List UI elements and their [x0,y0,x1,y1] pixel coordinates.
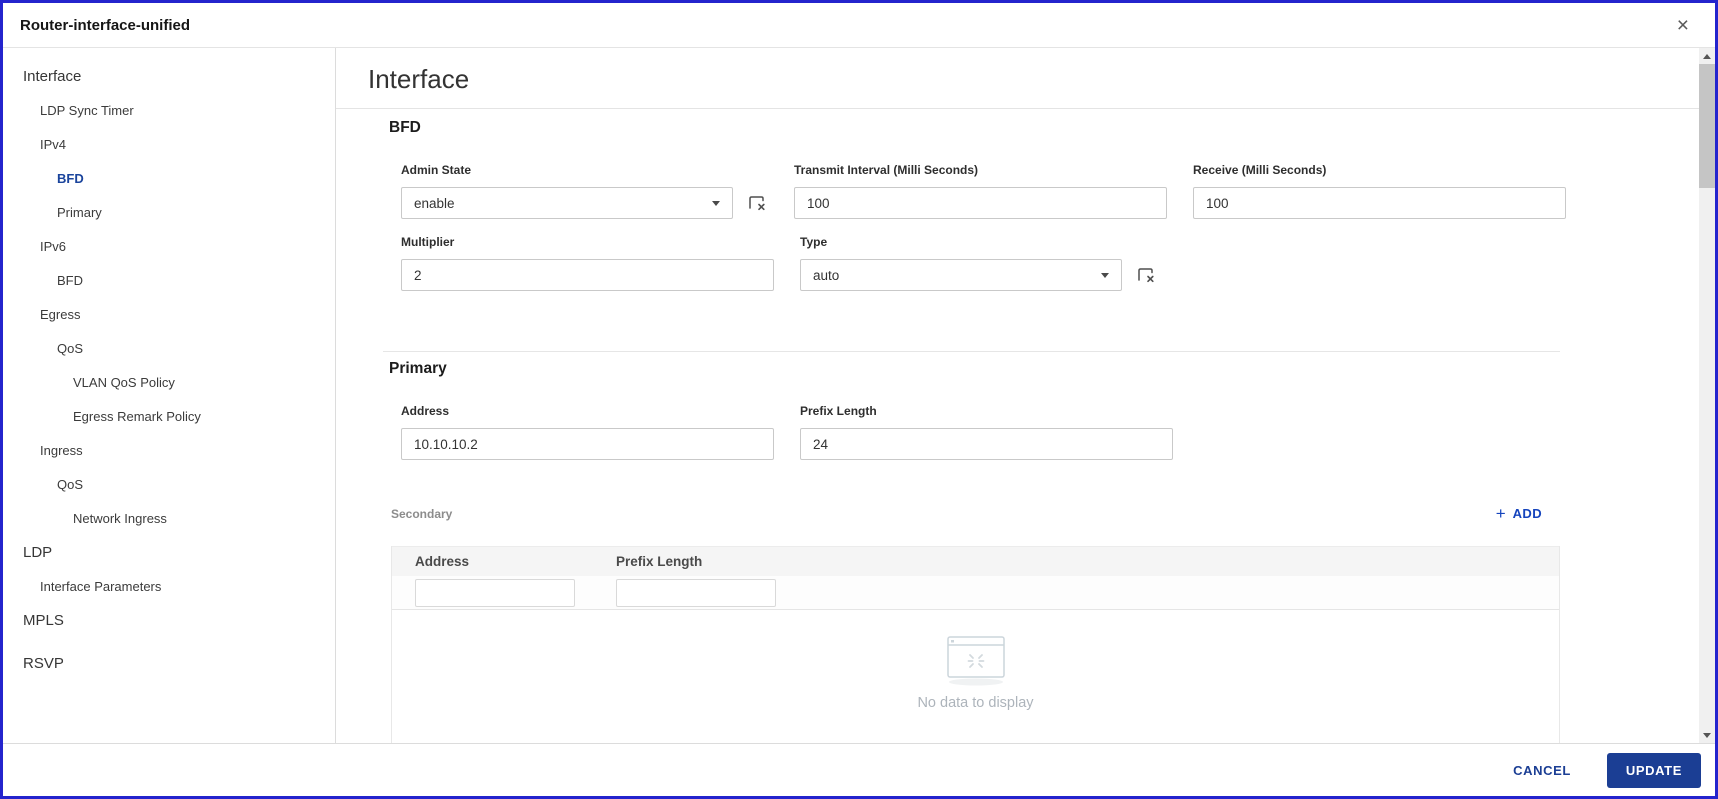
prefix-length-input[interactable] [800,428,1173,460]
sidebar-item-ipv4[interactable]: IPv4 [3,127,335,161]
receive-input[interactable] [1193,187,1566,219]
sidebar-item-ldp-sync-timer[interactable]: LDP Sync Timer [3,93,335,127]
prefix-length-label: Prefix Length [800,404,877,418]
column-header-prefix-length: Prefix Length [616,554,703,569]
scrollbar-down-icon[interactable] [1699,727,1715,743]
column-header-address: Address [415,554,470,569]
receive-field: Receive (Milli Seconds) [1193,163,1566,219]
bfd-section-heading: BFD [389,119,421,136]
secondary-filter-address-input[interactable] [415,578,575,607]
add-button[interactable]: + ADD [1496,505,1542,522]
sidebar-item-interface[interactable]: Interface [3,59,335,93]
clear-field-icon[interactable] [1135,265,1157,285]
vertical-scrollbar[interactable] [1699,48,1715,743]
sidebar-item-interface-parameters[interactable]: Interface Parameters [3,569,335,603]
transmit-interval-field: Transmit Interval (Milli Seconds) [794,163,1167,219]
scrollbar-up-icon[interactable] [1699,48,1715,64]
sidebar-item-rsvp[interactable]: RSVP [3,646,335,680]
dialog-titlebar: Router-interface-unified × [3,3,1715,48]
sidebar-item-ingress[interactable]: Ingress [3,433,335,467]
sidebar-item-egress[interactable]: Egress [3,297,335,331]
sidebar-item-egress-remark-policy[interactable]: Egress Remark Policy [3,399,335,433]
sidebar-item-ldp[interactable]: LDP [3,535,335,569]
multiplier-input[interactable] [401,259,774,291]
update-button[interactable]: UPDATE [1606,752,1701,788]
admin-state-label: Admin State [401,163,472,177]
admin-state-field: Admin State enable [401,163,768,219]
transmit-interval-input[interactable] [794,187,1167,219]
type-value: auto [813,267,840,283]
type-select[interactable]: auto [800,259,1122,291]
multiplier-field: Multiplier [401,235,774,291]
primary-section-heading: Primary [389,360,447,377]
page-title: Interface [368,64,470,94]
dialog-footer: CANCEL UPDATE [3,743,1715,796]
form-scroll-area: BFD Admin State enable Transmit Interval… [336,109,1715,743]
chevron-down-icon [712,200,720,206]
secondary-table: Address Prefix Length No data to display [391,546,1560,743]
address-label: Address [401,404,450,418]
chevron-down-icon [1101,272,1109,278]
dialog-title: Router-interface-unified [20,16,191,34]
address-input[interactable] [401,428,774,460]
sidebar-item-qos[interactable]: QoS [3,467,335,501]
sidebar-item-vlan-qos-policy[interactable]: VLAN QoS Policy [3,365,335,399]
empty-state-message: No data to display [917,695,1034,711]
sidebar-item-network-ingress[interactable]: Network Ingress [3,501,335,535]
sidebar-item-bfd[interactable]: BFD [3,161,335,195]
secondary-table-header: Address Prefix Length [392,546,1559,576]
empty-table-icon [946,636,1005,686]
dialog-window: Router-interface-unified × Interface LDP … [0,0,1718,799]
secondary-section-heading: Secondary [391,506,453,521]
address-field: Address [401,404,774,460]
sidebar-item-ipv6[interactable]: IPv6 [3,229,335,263]
type-label: Type [800,235,828,249]
add-button-label: ADD [1512,506,1542,521]
main-panel: Interface BFD Admin State enable Transmi… [336,48,1715,743]
sidebar-nav-tree: Interface LDP Sync Timer IPv4 BFD Primary IPv… [3,48,336,743]
prefix-length-field: Prefix Length [800,404,1173,460]
admin-state-value: enable [414,195,455,211]
plus-icon: + [1495,504,1506,523]
sidebar-item-bfd[interactable]: BFD [3,263,335,297]
multiplier-label: Multiplier [401,235,455,249]
cancel-button[interactable]: CANCEL [1507,762,1577,779]
admin-state-select[interactable]: enable [401,187,733,219]
secondary-table-filter-row [392,576,1559,610]
close-icon[interactable]: × [1673,15,1693,36]
section-divider [383,351,1560,352]
sidebar-item-qos[interactable]: QoS [3,331,335,365]
receive-label: Receive (Milli Seconds) [1193,163,1327,177]
empty-state: No data to display [392,610,1559,711]
transmit-interval-label: Transmit Interval (Milli Seconds) [794,163,979,177]
type-field: Type auto [800,235,1167,291]
clear-field-icon[interactable] [746,193,768,213]
scrollbar-thumb[interactable] [1699,64,1715,188]
secondary-filter-prefix-input[interactable] [616,578,776,607]
sidebar-item-mpls[interactable]: MPLS [3,603,335,637]
sidebar-item-primary[interactable]: Primary [3,195,335,229]
